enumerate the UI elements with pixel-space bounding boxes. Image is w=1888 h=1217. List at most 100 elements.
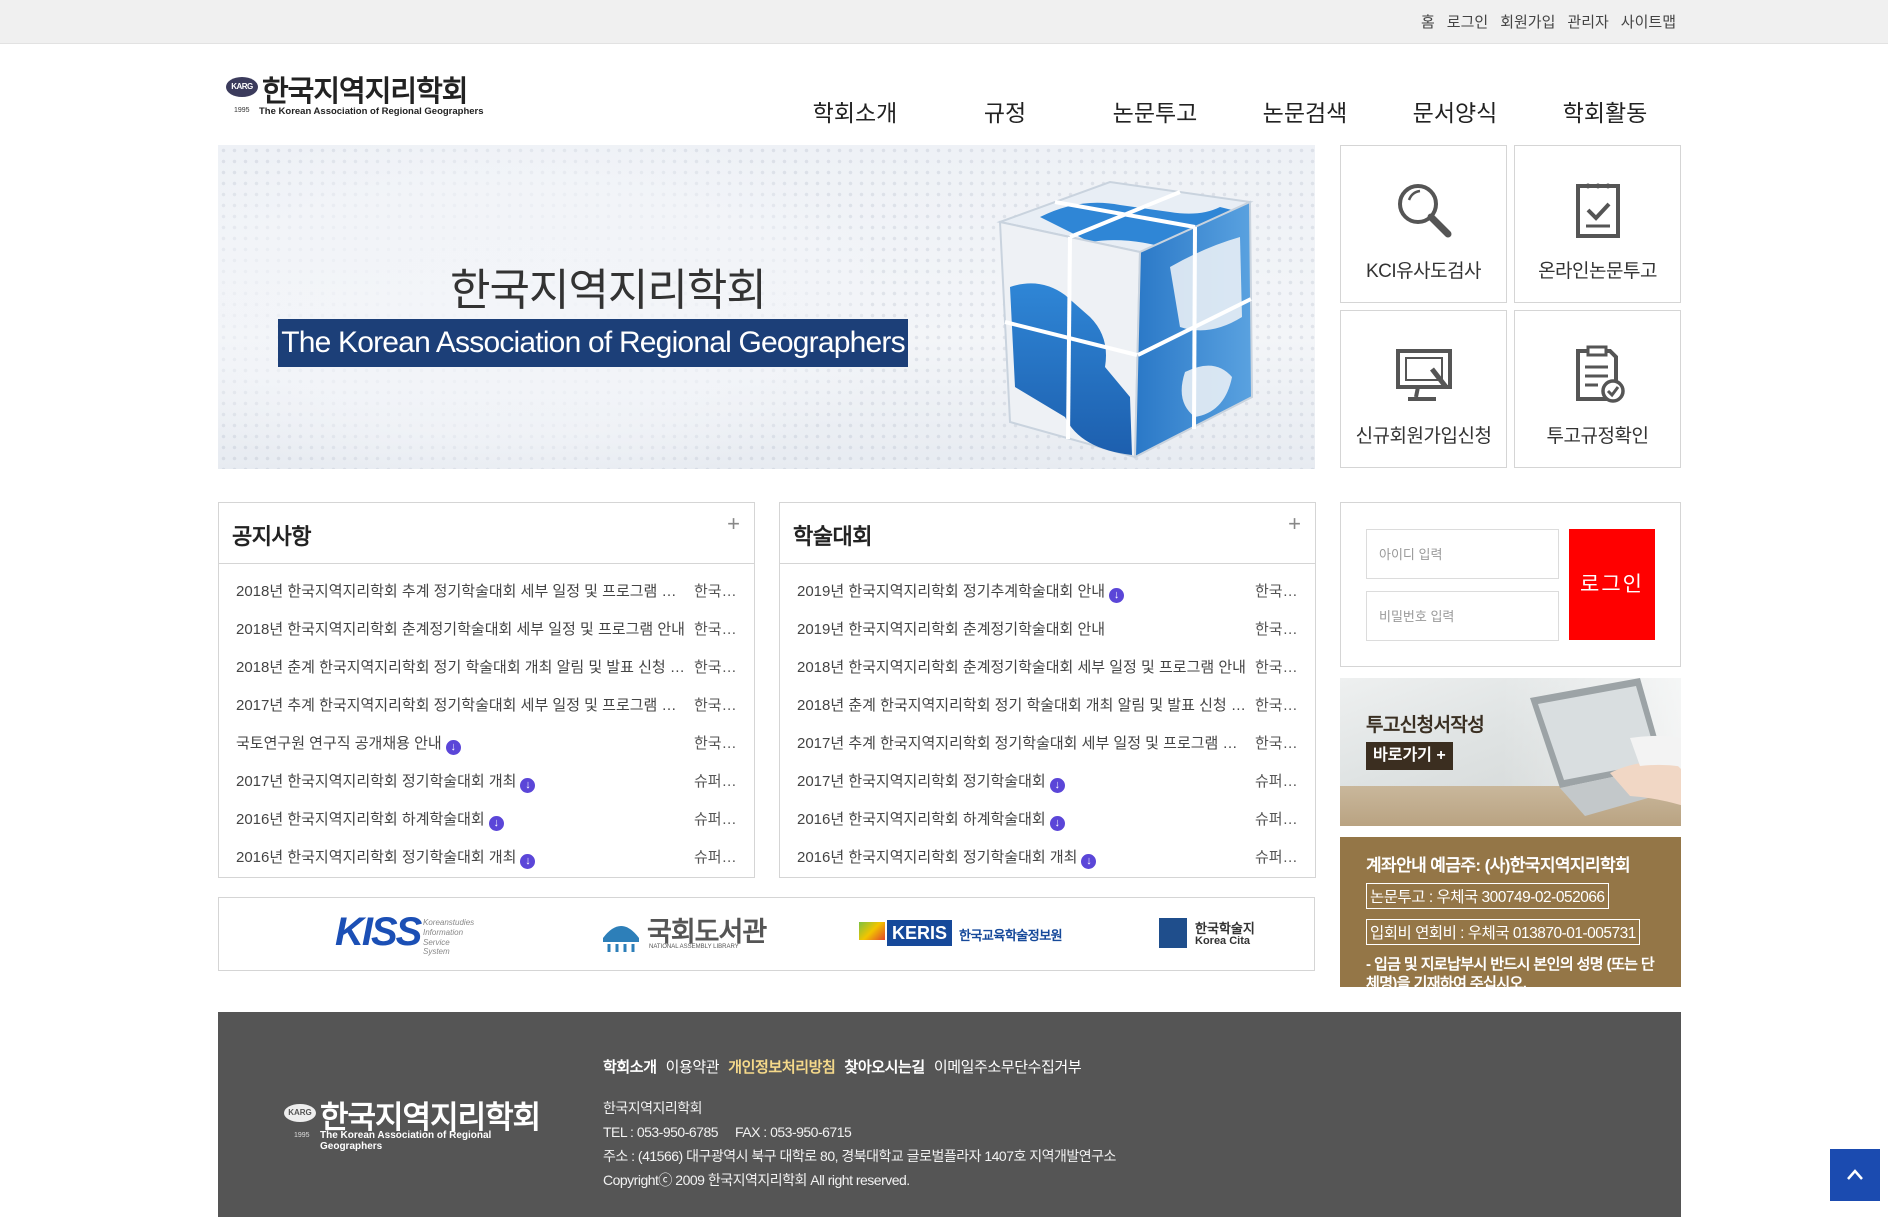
conference-list: 2019년 한국지역지리학회 정기추계학술대회 안내↓한국지역지리학회2019년… xyxy=(780,564,1315,877)
post-author: 한국지역지리학회 xyxy=(1255,621,1299,638)
partner-kci[interactable]: 한국학술지 Korea Cita xyxy=(1159,898,1259,970)
post-title: 국토연구원 연구직 공개채용 안내 ↓ xyxy=(236,725,688,763)
submission-form-banner[interactable]: 투고신청서작성 바로가기 + xyxy=(1340,678,1681,826)
nav-submission[interactable]: 논문투고 xyxy=(1080,94,1230,128)
download-icon[interactable]: ↓ xyxy=(1081,854,1097,869)
partner-logos: KISS Koreanstudies Information Service S… xyxy=(218,897,1315,971)
list-item[interactable]: 2017년 추계 한국지역지리학회 정기학술대회 세부 일정 및 프로그램 안내… xyxy=(219,687,754,725)
post-author: 한국지역지리학회 xyxy=(694,697,738,714)
list-item[interactable]: 2017년 한국지역지리학회 정기학술대회 개최↓ 슈퍼관리자 xyxy=(219,763,754,801)
login-box: 로그인 xyxy=(1340,502,1681,667)
footer-link-directions[interactable]: 찾아오시는길 xyxy=(844,1056,925,1077)
list-item[interactable]: 2019년 한국지역지리학회 정기추계학술대회 안내↓ 한국지역지리학회 xyxy=(780,573,1315,611)
conference-more-button[interactable]: + xyxy=(1288,511,1301,537)
login-button[interactable]: 로그인 xyxy=(1569,529,1655,640)
username-input[interactable] xyxy=(1366,529,1559,579)
footer-link-terms[interactable]: 이용약관 xyxy=(666,1056,720,1077)
download-icon[interactable]: ↓ xyxy=(1049,816,1065,831)
download-icon[interactable]: ↓ xyxy=(520,854,536,869)
notice-list: 2018년 한국지역지리학회 추계 정기학술대회 세부 일정 및 프로그램 안내… xyxy=(219,564,754,877)
footer-link-about[interactable]: 학회소개 xyxy=(603,1056,657,1077)
list-item[interactable]: 2019년 한국지역지리학회 춘계정기학술대회 안내 한국지역지리학회 xyxy=(780,611,1315,649)
quick-online-submission[interactable]: 온라인논문투고 xyxy=(1514,145,1681,303)
nav-search[interactable]: 논문검색 xyxy=(1230,94,1380,128)
nav-activities[interactable]: 학회활동 xyxy=(1530,94,1680,128)
post-title-text: 국토연구원 연구직 공개채용 안내 xyxy=(236,735,442,752)
back-to-top-button[interactable] xyxy=(1830,1149,1880,1201)
quick-label: 신규회원가입신청 xyxy=(1355,426,1492,447)
home-link[interactable]: 홈 xyxy=(1421,11,1435,32)
post-title: 2016년 한국지역지리학회 정기학술대회 개최 ↓ xyxy=(236,839,688,877)
download-icon[interactable]: ↓ xyxy=(520,778,536,793)
post-title: 2017년 추계 한국지역지리학회 정기학술대회 세부 일정 및 프로그램 안내 xyxy=(236,687,688,725)
quick-new-member[interactable]: 신규회원가입신청 xyxy=(1340,310,1507,468)
list-item[interactable]: 2018년 한국지역지리학회 춘계정기학술대회 세부 일정 및 프로그램 안내 한… xyxy=(219,611,754,649)
utility-links: 홈 로그인 회원가입 관리자 사이트맵 xyxy=(1421,11,1676,32)
list-item[interactable]: 2018년 춘계 한국지역지리학회 정기 학술대회 개최 알림 및 발표 신청 … xyxy=(780,687,1315,725)
list-item[interactable]: 2016년 한국지역지리학회 정기학술대회 개최↓ 슈퍼관리자 xyxy=(780,839,1315,877)
submission-go-button[interactable]: 바로가기 + xyxy=(1366,742,1453,770)
footer: KARG 한국지역지리학회 1995 The Korean Associatio… xyxy=(218,1012,1681,1217)
nav-rules[interactable]: 규정 xyxy=(930,94,1080,128)
kiss-logo-text: KISS xyxy=(335,910,422,954)
partner-national-assembly-library[interactable]: 국회도서관 NATIONAL ASSEMBLY LIBRARY xyxy=(599,898,779,970)
list-item[interactable]: 2016년 한국지역지리학회 하계학술대회↓ 슈퍼관리자 xyxy=(780,801,1315,839)
post-title-text: 2018년 춘계 한국지역지리학회 정기 학술대회 개최 알림 및 발표 신청 … xyxy=(797,697,1249,714)
document-check-icon xyxy=(1575,345,1625,403)
post-title-text: 2016년 한국지역지리학회 정기학술대회 개최 xyxy=(797,849,1078,866)
download-icon[interactable]: ↓ xyxy=(445,740,461,755)
list-item[interactable]: 2016년 한국지역지리학회 정기학술대회 개최↓ 슈퍼관리자 xyxy=(219,839,754,877)
logo-english: The Korean Association of Regional Geogr… xyxy=(259,106,484,117)
post-title: 2019년 한국지역지리학회 춘계정기학술대회 안내 xyxy=(797,611,1249,649)
sitemap-link[interactable]: 사이트맵 xyxy=(1621,11,1676,32)
list-item[interactable]: 2018년 춘계 한국지역지리학회 정기 학술대회 개최 알림 및 발표 신청 … xyxy=(219,649,754,687)
list-item[interactable]: 국토연구원 연구직 공개채용 안내↓ 한국지역지리학회 xyxy=(219,725,754,763)
footer-link-email-policy[interactable]: 이메일주소무단수집거부 xyxy=(934,1056,1082,1077)
footer-info: 한국지역지리학회 TEL : 053-950-6785 FAX : 053-95… xyxy=(603,1096,1116,1192)
logo-year: 1995 xyxy=(234,107,250,114)
signup-link[interactable]: 회원가입 xyxy=(1500,11,1555,32)
globe-cube-icon xyxy=(996,180,1254,459)
post-title: 2019년 한국지역지리학회 정기추계학술대회 안내 ↓ xyxy=(797,573,1249,611)
footer-link-privacy[interactable]: 개인정보처리방침 xyxy=(728,1056,836,1077)
password-input[interactable] xyxy=(1366,591,1559,641)
board-header: 학술대회 + xyxy=(780,503,1315,564)
main-banner: 한국지역지리학회 The Korean Association of Regio… xyxy=(218,145,1315,469)
clipboard-check-icon xyxy=(1575,183,1620,238)
notice-title: 공지사항 xyxy=(232,524,311,549)
list-item[interactable]: 2017년 한국지역지리학회 정기학술대회↓ 슈퍼관리자 xyxy=(780,763,1315,801)
nav-about[interactable]: 학회소개 xyxy=(780,94,930,128)
admin-link[interactable]: 관리자 xyxy=(1567,11,1608,32)
post-title: 2016년 한국지역지리학회 하계학술대회 ↓ xyxy=(236,801,688,839)
partner-keris[interactable]: KERIS 한국교육학술정보원 xyxy=(859,898,1074,970)
download-icon[interactable]: ↓ xyxy=(488,816,504,831)
post-title-text: 2018년 한국지역지리학회 춘계정기학술대회 세부 일정 및 프로그램 안내 xyxy=(797,659,1246,676)
quick-submission-rules[interactable]: 투고규정확인 xyxy=(1514,310,1681,468)
post-title-text: 2017년 추계 한국지역지리학회 정기학술대회 세부 일정 및 프로그램 안내 xyxy=(236,697,688,714)
post-title-text: 2019년 한국지역지리학회 춘계정기학술대회 안내 xyxy=(797,621,1106,638)
list-item[interactable]: 2017년 추계 한국지역지리학회 정기학술대회 세부 일정 및 프로그램 안내… xyxy=(780,725,1315,763)
download-icon[interactable]: ↓ xyxy=(1109,588,1125,603)
quick-kci-check[interactable]: KCI유사도검사 xyxy=(1340,145,1507,303)
post-author: 한국지역지리학회 xyxy=(694,621,738,638)
list-item[interactable]: 2016년 한국지역지리학회 하계학술대회↓ 슈퍼관리자 xyxy=(219,801,754,839)
post-author: 슈퍼관리자 xyxy=(694,811,738,828)
bank-title: 계좌안내 예금주: (사)한국지역지리학회 xyxy=(1366,856,1631,875)
post-author: 한국지역지리학회 xyxy=(694,583,738,600)
login-link[interactable]: 로그인 xyxy=(1447,11,1488,32)
download-icon[interactable]: ↓ xyxy=(1049,778,1065,793)
kiss-sub-text: Service System xyxy=(423,938,450,956)
post-title-text: 2017년 추계 한국지역지리학회 정기학술대회 세부 일정 및 프로그램 안내 xyxy=(797,735,1249,752)
notice-more-button[interactable]: + xyxy=(727,511,740,537)
post-author: 슈퍼관리자 xyxy=(1255,811,1299,828)
nav-forms[interactable]: 문서양식 xyxy=(1380,94,1530,128)
footer-logo: KARG 한국지역지리학회 1995 The Korean Associatio… xyxy=(284,1090,554,1152)
partner-kiss[interactable]: KISS Koreanstudies Information Service S… xyxy=(335,898,475,970)
list-item[interactable]: 2018년 한국지역지리학회 추계 정기학술대회 세부 일정 및 프로그램 안내… xyxy=(219,573,754,611)
post-title-text: 2017년 한국지역지리학회 정기학술대회 xyxy=(797,773,1046,790)
post-title: 2017년 추계 한국지역지리학회 정기학술대회 세부 일정 및 프로그램 안내 xyxy=(797,725,1249,763)
site-logo[interactable]: KARG 한국지역지리학회 1995 The Korean Associatio… xyxy=(222,66,484,120)
list-item[interactable]: 2018년 한국지역지리학회 춘계정기학술대회 세부 일정 및 프로그램 안내 한… xyxy=(780,649,1315,687)
quick-label: KCI유사도검사 xyxy=(1365,261,1482,282)
library-dome-icon xyxy=(603,926,639,952)
